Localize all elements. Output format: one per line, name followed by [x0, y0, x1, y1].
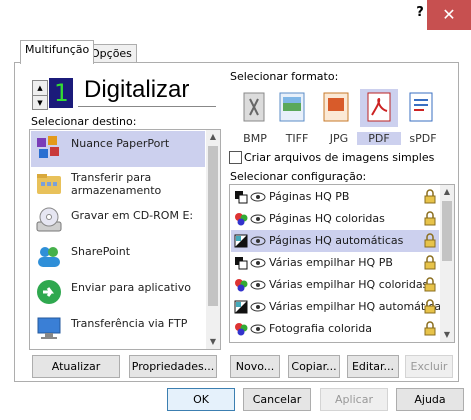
config-item[interactable]: Fotografia colorida	[231, 318, 439, 340]
send-app-icon	[37, 280, 61, 304]
config-item-label: Páginas HQ coloridas	[269, 212, 385, 225]
tab-multifuncao[interactable]: Multifunção	[20, 40, 95, 64]
format-label-bmp[interactable]: BMP	[233, 132, 277, 145]
eye-icon	[250, 280, 266, 290]
paperport-icon	[37, 136, 59, 158]
destination-item-label: Nuance PaperPort	[71, 137, 170, 150]
config-item-selected[interactable]: Páginas HQ automáticas	[231, 230, 439, 252]
lock-icon	[424, 277, 436, 292]
bw-page-icon	[235, 191, 248, 204]
copy-button[interactable]: Copiar...	[288, 355, 340, 378]
destination-item-label: Transferir para armazenamento	[71, 171, 162, 197]
button-number-spinner[interactable]: ▲ ▼	[32, 80, 48, 110]
destination-item-label: SharePoint	[71, 245, 131, 258]
pdf-format-icon[interactable]	[360, 89, 398, 127]
scroll-up-icon[interactable]: ▲	[440, 185, 454, 199]
destination-item-label: Gravar em CD-ROM E:	[71, 209, 194, 222]
cancel-button[interactable]: Cancelar	[243, 388, 311, 411]
lock-icon	[424, 321, 436, 336]
close-button[interactable]: ✕	[427, 0, 471, 30]
bmp-format-icon[interactable]	[236, 89, 274, 127]
lock-icon	[424, 211, 436, 226]
destination-item-sharepoint[interactable]: SharePoint	[31, 239, 205, 275]
ftp-icon	[37, 317, 61, 339]
apply-button[interactable]: Aplicar	[320, 388, 388, 411]
destination-item-ftp[interactable]: Transferência via FTP	[31, 311, 205, 347]
config-item-label: Várias empilhar HQ coloridas	[269, 278, 429, 291]
config-item[interactable]: Páginas HQ PB	[231, 186, 439, 208]
config-item[interactable]: Várias empilhar HQ coloridas	[231, 274, 439, 296]
config-item-label: Várias empilhar HQ PB	[269, 256, 393, 269]
scroll-thumb[interactable]	[208, 146, 218, 306]
lock-icon	[424, 299, 436, 314]
destination-item-label: Transferência via FTP	[71, 317, 188, 330]
ok-button[interactable]: OK	[167, 388, 235, 411]
spdf-format-icon[interactable]	[402, 89, 440, 127]
edit-button[interactable]: Editar...	[347, 355, 399, 378]
config-item[interactable]: Várias empilhar HQ automáticas	[231, 296, 447, 318]
scroll-down-icon[interactable]: ▼	[440, 328, 454, 342]
eye-icon	[250, 258, 266, 268]
color-page-icon	[235, 213, 248, 226]
color-page-icon	[235, 323, 248, 336]
config-scrollbar[interactable]: ▲ ▼	[440, 185, 454, 342]
format-label-jpg[interactable]: JPG	[317, 132, 361, 145]
single-image-label[interactable]: Criar arquivos de imagens simples	[244, 151, 434, 164]
update-button[interactable]: Atualizar	[32, 355, 120, 378]
scroll-down-icon[interactable]: ▼	[206, 335, 220, 349]
single-image-checkbox[interactable]	[229, 151, 242, 164]
format-label-spdf[interactable]: sPDF	[401, 132, 445, 145]
eye-icon	[250, 214, 266, 224]
lock-icon	[424, 189, 436, 204]
eye-icon	[250, 302, 266, 312]
config-item-label: Páginas HQ PB	[269, 190, 350, 203]
sharepoint-icon	[38, 247, 60, 267]
storage-folder-icon	[37, 174, 61, 194]
config-list[interactable]: Páginas HQ PB Páginas HQ coloridas Págin…	[229, 184, 455, 343]
destination-item-cd-rom[interactable]: Gravar em CD-ROM E:	[31, 203, 205, 239]
auto-page-icon	[234, 300, 248, 314]
properties-button[interactable]: Propriedades...	[129, 355, 217, 378]
lock-icon	[424, 233, 436, 248]
destination-item-send-app[interactable]: Enviar para aplicativo	[31, 275, 205, 311]
destination-label: Selecionar destino:	[31, 115, 137, 128]
scroll-up-icon[interactable]: ▲	[206, 130, 220, 144]
spin-down-icon[interactable]: ▼	[33, 96, 47, 110]
jpg-format-icon[interactable]	[318, 89, 356, 127]
delete-button[interactable]: Excluir	[405, 355, 453, 378]
lock-icon	[424, 255, 436, 270]
auto-page-icon	[234, 234, 248, 248]
eye-icon	[250, 324, 266, 334]
title-underline	[78, 106, 216, 107]
config-item-label: Páginas HQ automáticas	[269, 234, 404, 247]
destination-scrollbar[interactable]: ▲ ▼	[206, 130, 220, 349]
new-button[interactable]: Novo...	[230, 355, 280, 378]
cd-rom-icon	[36, 207, 62, 232]
spin-up-icon[interactable]: ▲	[33, 81, 47, 96]
config-label: Selecionar configuração:	[230, 170, 367, 183]
format-label-tiff[interactable]: TIFF	[275, 132, 319, 145]
scroll-thumb[interactable]	[442, 201, 452, 261]
eye-icon	[250, 236, 266, 246]
tiff-format-icon[interactable]	[274, 89, 312, 127]
config-item[interactable]: Várias empilhar HQ PB	[231, 252, 439, 274]
color-page-icon	[235, 279, 248, 292]
title-bar: ? ✕	[0, 0, 471, 30]
destination-item-storage[interactable]: Transferir para armazenamento	[31, 167, 205, 203]
destination-item-paperport[interactable]: Nuance PaperPort	[31, 131, 205, 167]
help-dialog-button[interactable]: Ajuda	[396, 388, 464, 411]
config-item-label: Fotografia colorida	[269, 322, 372, 335]
bw-page-icon	[235, 257, 248, 270]
config-item[interactable]: Páginas HQ coloridas	[231, 208, 439, 230]
button-number-display: 1	[49, 78, 73, 108]
scan-title: Digitalizar	[84, 76, 190, 103]
config-item-label: Várias empilhar HQ automáticas	[269, 300, 447, 313]
eye-icon	[250, 192, 266, 202]
format-label-pdf[interactable]: PDF	[357, 132, 401, 145]
destination-list[interactable]: Nuance PaperPort Transferir para armazen…	[29, 129, 221, 350]
format-label: Selecionar formato:	[230, 70, 339, 83]
destination-item-label: Enviar para aplicativo	[71, 281, 191, 294]
